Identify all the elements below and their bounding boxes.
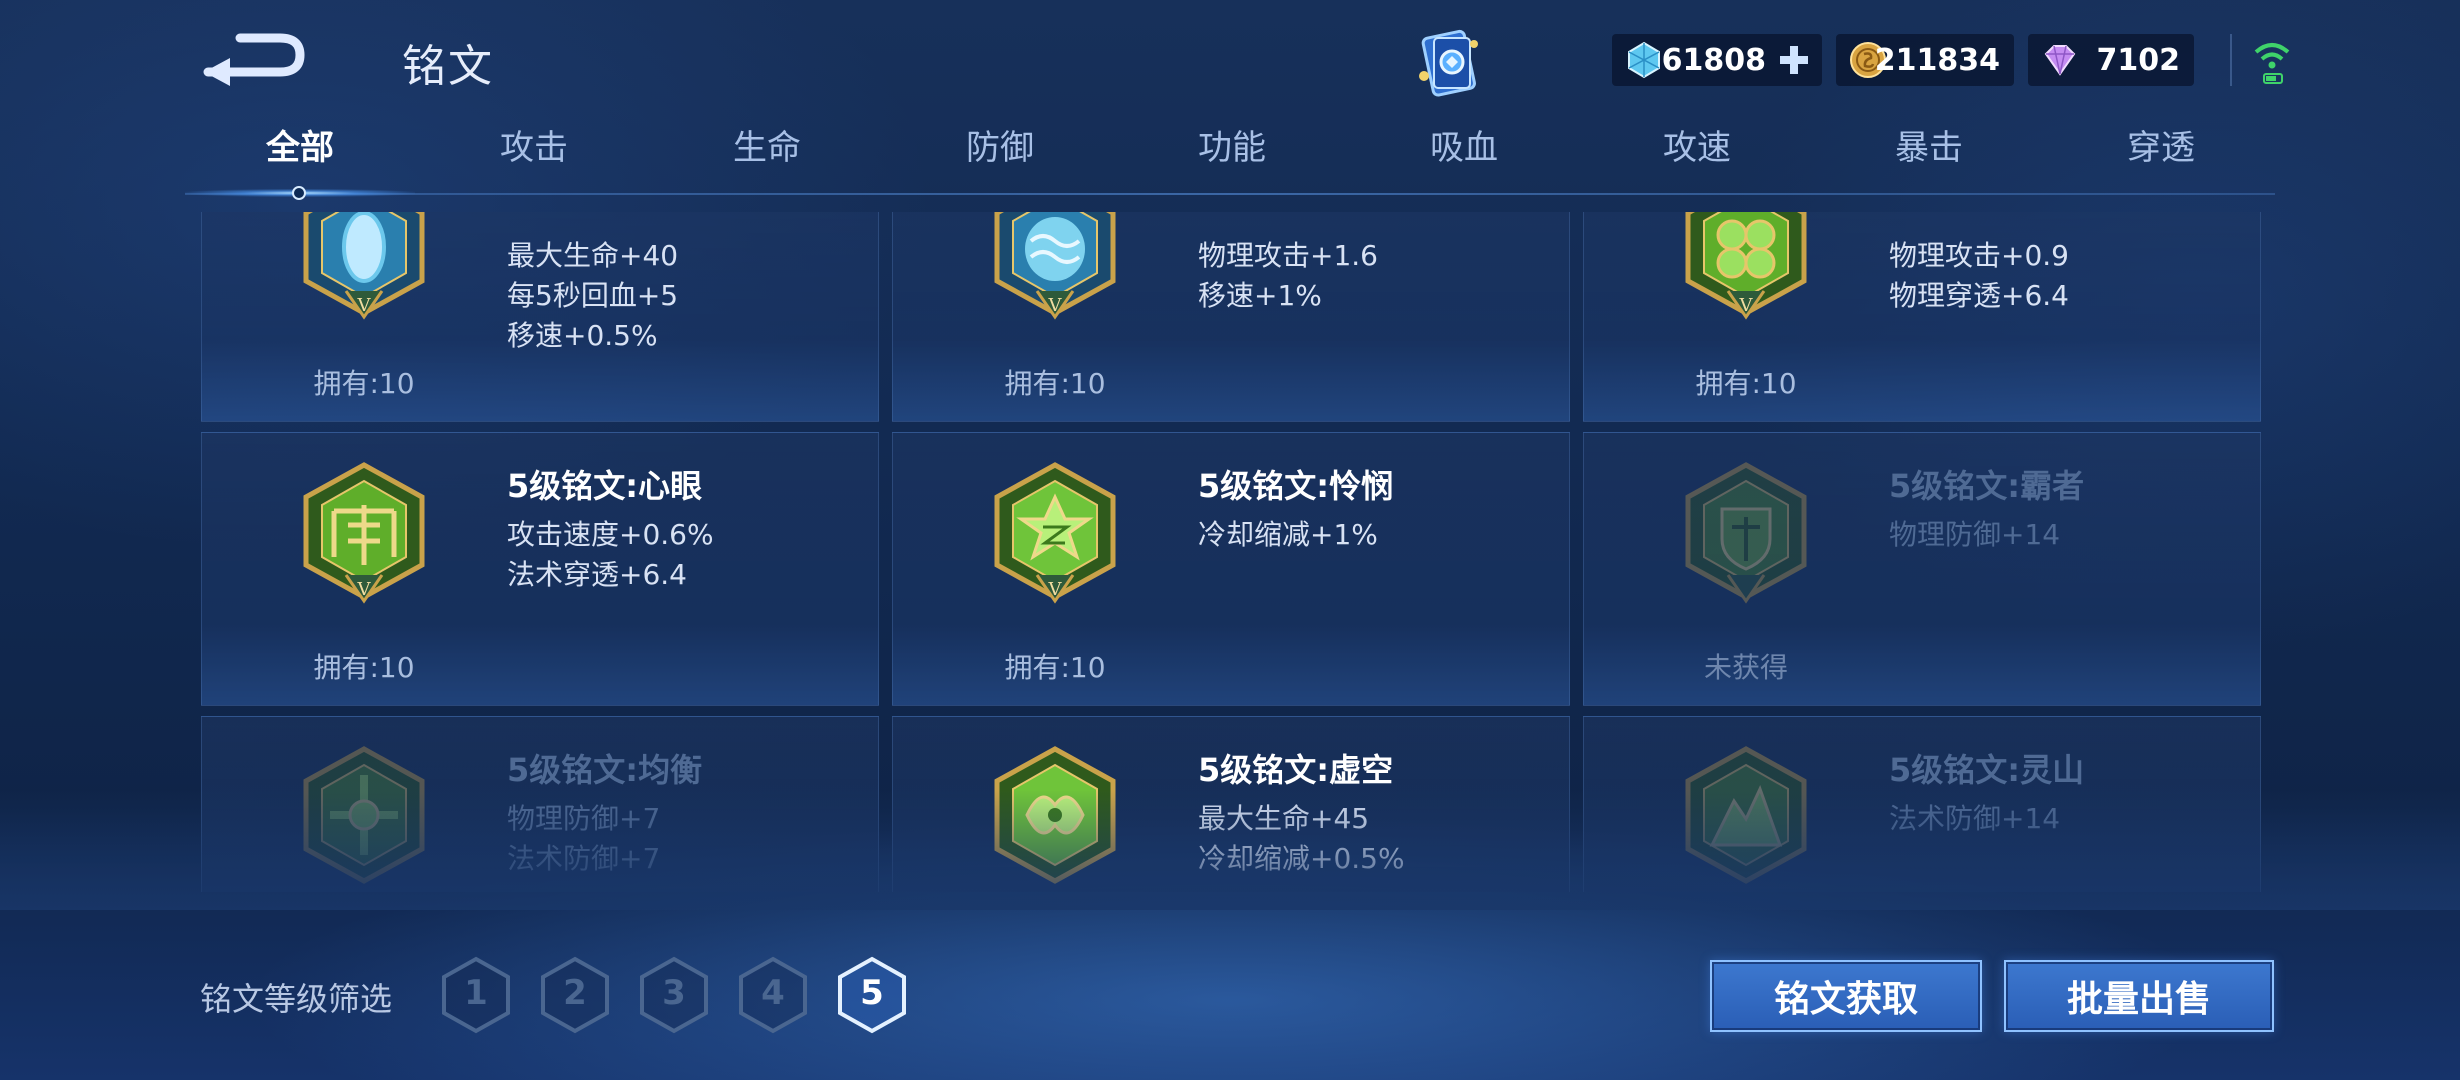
svg-text:V: V	[1739, 295, 1754, 316]
tab-function[interactable]: 功能	[1198, 120, 1266, 194]
svg-text:V: V	[357, 295, 372, 316]
level-filter-4[interactable]: 4	[735, 955, 811, 1035]
header-divider	[2230, 34, 2232, 86]
inscription-book-icon[interactable]	[1410, 24, 1490, 104]
diamond-amount: 61808	[1661, 42, 1766, 78]
gem-currency: 7102	[2028, 34, 2194, 86]
inscription-name: 5级铭文:心眼	[507, 467, 703, 505]
inscription-name: 5级铭文:怜悯	[1198, 467, 1394, 505]
level-filter-5[interactable]: 5	[834, 955, 910, 1035]
level-filter-label: 铭文等级筛选	[200, 980, 393, 1018]
wifi-signal-icon	[2252, 38, 2292, 88]
green-star-emblem-icon: V	[994, 462, 1116, 604]
card-attr: 法术防御+7	[507, 842, 661, 875]
inscription-card[interactable]: 5级铭文:灵山 法术防御+14	[1583, 716, 2261, 892]
owned-count: 拥有:10	[1695, 367, 1797, 400]
back-button[interactable]	[200, 28, 310, 88]
owned-count: 拥有:10	[313, 651, 415, 684]
bulk-sell-button[interactable]: 批量出售	[2004, 960, 2274, 1032]
add-diamond-button[interactable]	[1778, 44, 1810, 76]
card-attr: 物理穿透+6.4	[1889, 279, 2069, 312]
inscription-card[interactable]: 5级铭文:虚空 最大生命+45 冷却缩减+0.5%	[892, 716, 1570, 892]
card-attr: 法术穿透+6.4	[507, 558, 687, 591]
inscription-name: 5级铭文:灵山	[1889, 751, 2085, 789]
level-number: 4	[761, 973, 785, 1013]
owned-count: 拥有:10	[1004, 651, 1106, 684]
blue-drop-emblem-icon: V	[303, 212, 425, 320]
gold-currency: 211834	[1836, 34, 2014, 86]
card-attr: 物理攻击+1.6	[1198, 239, 1378, 272]
level-filter-2[interactable]: 2	[537, 955, 613, 1035]
level-number: 1	[464, 973, 488, 1013]
tab-lifesteal[interactable]: 吸血	[1430, 120, 1498, 194]
purple-gem-icon	[2044, 45, 2076, 76]
inscription-card[interactable]: 5级铭文:霸者 物理防御+14 未获得	[1583, 432, 2261, 706]
svg-text:V: V	[357, 579, 372, 600]
owned-count: 拥有:10	[313, 367, 415, 400]
category-tabs: 全部 攻击 生命 防御 功能 吸血 攻速 暴击 穿透	[185, 120, 2275, 194]
tab-penetration[interactable]: 穿透	[2127, 120, 2195, 194]
inscription-name: 5级铭文:虚空	[1198, 751, 1394, 789]
card-attr: 物理攻击+0.9	[1889, 239, 2069, 272]
inscription-screen: 铭文 61808 211834 7102 全部 攻击 生命 防御 功能 吸血 攻…	[0, 0, 2460, 1080]
owned-count: 拥有:10	[1004, 367, 1106, 400]
gold-amount: 211834	[1874, 42, 2000, 78]
card-attr: 物理防御+14	[1889, 518, 2061, 551]
card-attr: 冷却缩减+1%	[1198, 518, 1378, 551]
card-attr: 最大生命+45	[1198, 802, 1370, 835]
back-arrow-icon	[203, 33, 305, 86]
tab-all[interactable]: 全部	[266, 120, 334, 194]
level-filter-1[interactable]: 1	[438, 955, 514, 1035]
svg-text:V: V	[1048, 295, 1063, 316]
active-tab-dot	[292, 186, 306, 200]
inscription-name: 5级铭文:均衡	[507, 751, 703, 789]
inscription-name: 5级铭文:霸者	[1889, 467, 2085, 505]
card-attr: 移速+1%	[1198, 279, 1322, 312]
svg-text:V: V	[1048, 579, 1063, 600]
card-attr: 最大生命+40	[507, 239, 679, 272]
level-number: 5	[860, 973, 884, 1013]
inscription-card[interactable]: V 物理攻击+1.6 移速+1% 拥有:10	[892, 212, 1570, 422]
card-attr: 冷却缩减+0.5%	[1198, 842, 1405, 875]
gem-amount: 7102	[2096, 42, 2181, 78]
level-number: 3	[662, 973, 686, 1013]
level-filter-3[interactable]: 3	[636, 955, 712, 1035]
tabs-divider	[185, 193, 2275, 195]
inscription-card[interactable]: 5级铭文:均衡 物理防御+7 法术防御+7	[201, 716, 879, 892]
inscription-grid: V 最大生命+40 每5秒回血+5 移速+0.5% 拥有:10 V 物理攻击+1…	[195, 212, 2265, 892]
card-attr: 每5秒回血+5	[507, 279, 679, 312]
green-crest-emblem-icon: V	[303, 462, 425, 604]
green-void-emblem-icon	[994, 746, 1116, 884]
page-title: 铭文	[402, 41, 494, 92]
green-cross-emblem-icon	[303, 746, 425, 884]
tab-critical[interactable]: 暴击	[1895, 120, 1963, 194]
diamond-currency: 61808	[1612, 34, 1822, 86]
card-attr: 法术防御+14	[1889, 802, 2061, 835]
diamond-icon	[1628, 41, 1660, 79]
tab-health[interactable]: 生命	[733, 120, 801, 194]
tab-defense[interactable]: 防御	[966, 120, 1034, 194]
green-mountain-emblem-icon	[1685, 746, 1807, 884]
blue-wave-emblem-icon: V	[994, 212, 1116, 320]
card-attr: 移速+0.5%	[507, 319, 658, 352]
level-number: 2	[563, 973, 587, 1013]
inscription-card[interactable]: V 物理攻击+0.9 物理穿透+6.4 拥有:10	[1583, 212, 2261, 422]
green-shield-emblem-icon	[1685, 462, 1807, 604]
tab-attack-speed[interactable]: 攻速	[1663, 120, 1731, 194]
card-attr: 攻击速度+0.6%	[507, 518, 714, 551]
inscription-card[interactable]: V 最大生命+40 每5秒回血+5 移速+0.5% 拥有:10	[201, 212, 879, 422]
tab-attack[interactable]: 攻击	[500, 120, 568, 194]
inscription-card[interactable]: V 5级铭文:心眼 攻击速度+0.6% 法术穿透+6.4 拥有:10	[201, 432, 879, 706]
green-clover-emblem-icon: V	[1685, 212, 1807, 320]
owned-status: 未获得	[1703, 651, 1788, 684]
card-attr: 物理防御+7	[507, 802, 661, 835]
inscription-card[interactable]: V 5级铭文:怜悯 冷却缩减+1% 拥有:10	[892, 432, 1570, 706]
obtain-inscription-button[interactable]: 铭文获取	[1710, 960, 1982, 1032]
